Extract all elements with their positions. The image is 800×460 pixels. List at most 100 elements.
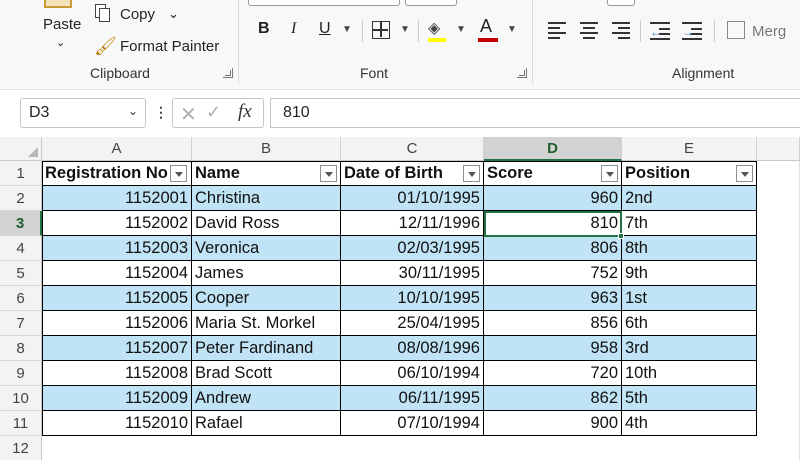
cell-score[interactable]: 900 xyxy=(484,411,622,436)
cell-score[interactable]: 862 xyxy=(484,386,622,411)
filter-dropdown-icon[interactable] xyxy=(736,165,753,182)
copy-button[interactable]: Copy xyxy=(120,6,155,23)
cell-date-of-birth[interactable]: 02/03/1995 xyxy=(341,236,484,261)
cell-date-of-birth[interactable]: 06/11/1995 xyxy=(341,386,484,411)
font-size-dropdown[interactable] xyxy=(405,0,457,6)
font-color-dropdown-chevron-icon[interactable]: ▼ xyxy=(507,24,517,35)
fill-handle[interactable] xyxy=(618,233,624,239)
cell-position[interactable]: 8th xyxy=(622,236,757,261)
column-header-b[interactable]: B xyxy=(192,137,341,161)
cell-registration-no[interactable]: 1152004 xyxy=(42,261,192,286)
active-cell-selection[interactable] xyxy=(484,211,622,237)
font-color-button[interactable]: A xyxy=(480,16,492,37)
row-header-1[interactable]: 1 xyxy=(0,161,42,186)
cell-score[interactable]: 752 xyxy=(484,261,622,286)
cell-name[interactable]: Rafael xyxy=(192,411,341,436)
orientation-dropdown[interactable] xyxy=(607,0,635,6)
cell-position[interactable]: 4th xyxy=(622,411,757,436)
cell-date-of-birth[interactable]: 06/10/1994 xyxy=(341,361,484,386)
paste-icon[interactable] xyxy=(44,0,72,8)
cell-registration-no[interactable]: 1152009 xyxy=(42,386,192,411)
align-right-icon[interactable] xyxy=(612,20,632,39)
copy-dropdown-chevron-icon[interactable]: ⌄ xyxy=(168,6,179,22)
fill-color-dropdown-chevron-icon[interactable]: ▼ xyxy=(456,24,466,35)
bold-button[interactable]: B xyxy=(258,20,270,38)
cell-registration-no[interactable]: 1152005 xyxy=(42,286,192,311)
cell-date-of-birth[interactable]: 25/04/1995 xyxy=(341,311,484,336)
insert-function-button[interactable]: fx xyxy=(238,101,252,123)
cell-position[interactable]: 5th xyxy=(622,386,757,411)
cell-date-of-birth[interactable]: 08/08/1996 xyxy=(341,336,484,361)
cell-registration-no[interactable]: 1152001 xyxy=(42,186,192,211)
borders-icon[interactable] xyxy=(372,21,390,39)
cell-name[interactable]: Brad Scott xyxy=(192,361,341,386)
cell-date-of-birth[interactable]: 01/10/1995 xyxy=(341,186,484,211)
clipboard-dialog-launcher-icon[interactable] xyxy=(223,68,233,78)
row-header-10[interactable]: 10 xyxy=(0,386,42,411)
row-header-3[interactable]: 3 xyxy=(0,211,42,236)
more-options-icon[interactable]: ⋮ xyxy=(154,104,168,121)
cell-name[interactable]: Andrew xyxy=(192,386,341,411)
row-header-9[interactable]: 9 xyxy=(0,361,42,386)
cell-registration-no[interactable]: 1152003 xyxy=(42,236,192,261)
cell-position[interactable]: 1st xyxy=(622,286,757,311)
cell-name[interactable]: James xyxy=(192,261,341,286)
cell-position[interactable]: 6th xyxy=(622,311,757,336)
filter-dropdown-icon[interactable] xyxy=(170,165,187,182)
format-painter-button[interactable]: Format Painter xyxy=(120,38,219,55)
underline-dropdown-chevron-icon[interactable]: ▼ xyxy=(342,24,352,35)
merge-center-button[interactable]: Merg xyxy=(752,23,786,40)
cell-position[interactable]: 9th xyxy=(622,261,757,286)
decrease-indent-icon[interactable]: ← xyxy=(650,20,672,40)
paste-button[interactable]: Paste xyxy=(43,16,81,33)
filter-dropdown-icon[interactable] xyxy=(320,165,337,182)
row-header-11[interactable]: 11 xyxy=(0,411,42,436)
cell-registration-no[interactable]: 1152002 xyxy=(42,211,192,236)
cell-name[interactable]: David Ross xyxy=(192,211,341,236)
cell-name[interactable]: Veronica xyxy=(192,236,341,261)
column-header-f[interactable] xyxy=(757,137,800,161)
underline-button[interactable]: U xyxy=(319,20,331,38)
row-header-12[interactable]: 12 xyxy=(0,436,42,460)
enter-check-icon[interactable]: ✓ xyxy=(206,102,221,123)
cell-score[interactable]: 958 xyxy=(484,336,622,361)
cell-name[interactable]: Maria St. Morkel xyxy=(192,311,341,336)
cell-registration-no[interactable]: 1152008 xyxy=(42,361,192,386)
name-box-chevron-icon[interactable]: ⌄ xyxy=(128,104,138,118)
cell-registration-no[interactable]: 1152007 xyxy=(42,336,192,361)
column-header-a[interactable]: A xyxy=(42,137,192,161)
cell-position[interactable]: 2nd xyxy=(622,186,757,211)
cell-position[interactable]: 10th xyxy=(622,361,757,386)
cell-score[interactable]: 806 xyxy=(484,236,622,261)
font-name-dropdown[interactable] xyxy=(248,0,400,6)
row-header-7[interactable]: 7 xyxy=(0,311,42,336)
column-header-d[interactable]: D xyxy=(484,137,622,161)
paste-dropdown-chevron-icon[interactable]: ⌄ xyxy=(56,36,65,49)
cell-date-of-birth[interactable]: 10/10/1995 xyxy=(341,286,484,311)
cell-name[interactable]: Cooper xyxy=(192,286,341,311)
select-all-button[interactable] xyxy=(0,137,42,161)
row-header-8[interactable]: 8 xyxy=(0,336,42,361)
cell-score[interactable]: 856 xyxy=(484,311,622,336)
row-header-6[interactable]: 6 xyxy=(0,286,42,311)
align-left-icon[interactable] xyxy=(548,20,568,39)
row-header-5[interactable]: 5 xyxy=(0,261,42,286)
format-painter-icon[interactable]: 🖌 xyxy=(94,36,117,57)
cell-position[interactable]: 7th xyxy=(622,211,757,236)
italic-button[interactable]: I xyxy=(291,20,296,38)
cell-name[interactable]: Christina xyxy=(192,186,341,211)
filter-dropdown-icon[interactable] xyxy=(601,165,618,182)
column-header-c[interactable]: C xyxy=(341,137,484,161)
row-header-4[interactable]: 4 xyxy=(0,236,42,261)
cell-date-of-birth[interactable]: 07/10/1994 xyxy=(341,411,484,436)
copy-icon[interactable] xyxy=(95,4,111,22)
borders-dropdown-chevron-icon[interactable]: ▼ xyxy=(400,24,410,35)
cell-position[interactable]: 3rd xyxy=(622,336,757,361)
cell-score[interactable]: 960 xyxy=(484,186,622,211)
merge-center-icon[interactable] xyxy=(727,21,745,39)
row-header-2[interactable]: 2 xyxy=(0,186,42,211)
cell-date-of-birth[interactable]: 12/11/1996 xyxy=(341,211,484,236)
font-dialog-launcher-icon[interactable] xyxy=(517,68,527,78)
column-header-e[interactable]: E xyxy=(622,137,757,161)
formula-input[interactable]: 810 xyxy=(270,98,800,128)
